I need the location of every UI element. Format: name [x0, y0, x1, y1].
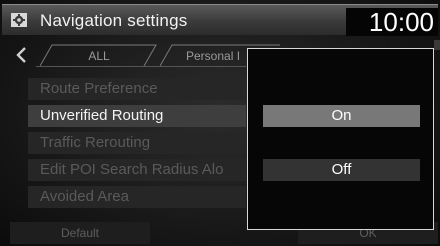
tab-divider — [36, 66, 246, 67]
tab-scroll-indicator — [434, 40, 440, 50]
list-item-route-preference[interactable]: Route Preference — [28, 78, 246, 100]
default-button[interactable]: Default — [10, 222, 150, 244]
navigation-settings-screen: Navigation settings 10:00 ALL Personal I… — [0, 0, 440, 246]
chevron-left-icon[interactable] — [14, 46, 30, 64]
clock-panel: 10:00 — [346, 7, 438, 37]
tab-personal-label: Personal I — [186, 49, 241, 63]
gear-icon — [11, 13, 27, 27]
tab-all[interactable]: ALL — [40, 44, 158, 66]
list-item-avoided-area[interactable]: Avoided Area — [28, 186, 246, 208]
page-title: Navigation settings — [40, 11, 188, 30]
list-item-edit-poi-search-radius[interactable]: Edit POI Search Radius Alo — [28, 159, 246, 181]
list-item-unverified-routing[interactable]: Unverified Routing — [28, 105, 246, 127]
option-on-button[interactable]: On — [263, 105, 420, 127]
option-off-button[interactable]: Off — [263, 159, 420, 181]
list-item-traffic-rerouting[interactable]: Traffic Rerouting — [28, 132, 246, 154]
header-bar: Navigation settings 10:00 — [2, 4, 438, 37]
clock-display: 10:00 — [368, 7, 434, 37]
tab-all-label: ALL — [88, 49, 110, 63]
option-popup: On Off — [247, 48, 434, 230]
